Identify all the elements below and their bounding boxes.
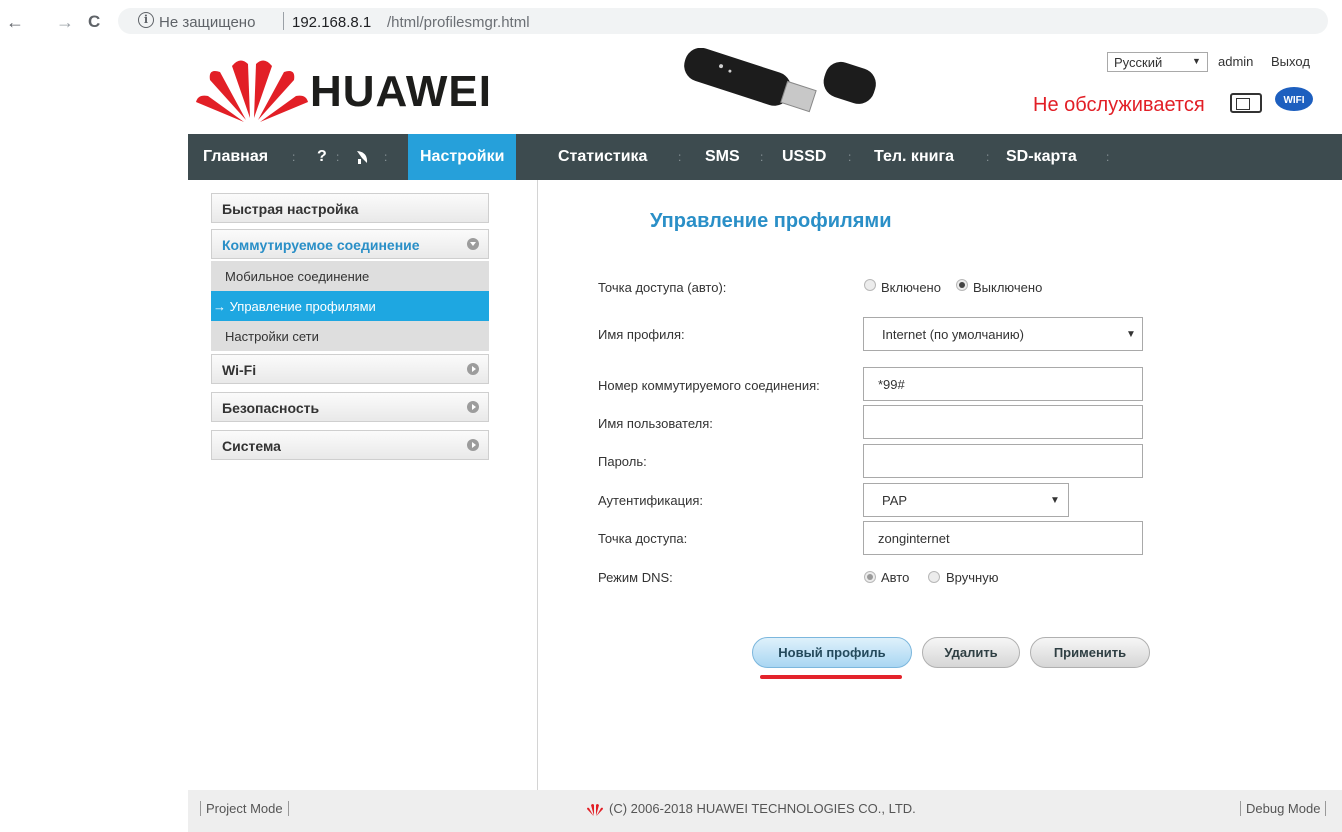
- apn-auto-off-radio[interactable]: [956, 279, 968, 291]
- url-path[interactable]: /html/profilesmgr.html: [387, 14, 530, 31]
- username-label: Имя пользователя:: [598, 416, 713, 431]
- menu-separator: :: [384, 150, 388, 164]
- menu-settings[interactable]: Настройки: [408, 134, 517, 180]
- highlight-underline: [760, 675, 902, 679]
- sim-card-icon: [1230, 93, 1262, 113]
- info-icon[interactable]: i: [138, 12, 154, 28]
- wifi-badge-text: WIFI: [1283, 95, 1304, 106]
- sidebar-item-label: Настройки сети: [225, 329, 319, 344]
- sidebar-subitem-mobile-connection[interactable]: Мобильное соединение: [211, 261, 489, 291]
- menu-separator: :: [986, 150, 990, 164]
- username-input[interactable]: [863, 405, 1143, 439]
- menu-ussd[interactable]: USSD: [782, 134, 826, 180]
- menu-separator: :: [292, 150, 296, 164]
- profile-name-value: Internet (по умолчанию): [882, 327, 1024, 342]
- menu-separator: :: [678, 150, 682, 164]
- menu-separator: :: [848, 150, 852, 164]
- chevron-right-icon: [467, 363, 479, 375]
- wifi-status-icon[interactable]: WIFI: [1274, 86, 1314, 112]
- dial-number-label: Номер коммутируемого соединения:: [598, 378, 820, 393]
- reload-icon[interactable]: C: [88, 13, 100, 31]
- sidebar-item-label: Система: [222, 438, 281, 454]
- language-dropdown-icon[interactable]: ▼: [1192, 56, 1201, 66]
- password-input[interactable]: [863, 444, 1143, 478]
- delete-button[interactable]: Удалить: [922, 637, 1020, 668]
- sidebar-item-label: Мобильное соединение: [225, 269, 370, 284]
- dns-auto-label[interactable]: Авто: [881, 570, 909, 585]
- sidebar-item-security[interactable]: Безопасность: [211, 392, 489, 422]
- chevron-down-icon: [467, 238, 479, 250]
- chevron-down-icon: ▼: [1126, 329, 1136, 340]
- sidebar-item-label: Коммутируемое соединение: [222, 237, 420, 253]
- apn-auto-on-label[interactable]: Включено: [881, 280, 941, 295]
- menu-phonebook[interactable]: Тел. книга: [874, 134, 954, 180]
- sidebar-item-label: Быстрая настройка: [222, 201, 359, 217]
- logout-link[interactable]: Выход: [1271, 54, 1310, 69]
- sidebar-item-quick-setup[interactable]: Быстрая настройка: [211, 193, 489, 223]
- sidebar-item-label: Безопасность: [222, 400, 320, 416]
- url-host[interactable]: 192.168.8.1: [292, 14, 371, 31]
- dns-manual-label[interactable]: Вручную: [946, 570, 998, 585]
- menu-help[interactable]: ?: [317, 134, 327, 180]
- profile-name-label: Имя профиля:: [598, 327, 685, 342]
- menu-separator: :: [1106, 150, 1110, 164]
- sidebar-item-wifi[interactable]: Wi-Fi: [211, 354, 489, 384]
- auth-label: Аутентификация:: [598, 493, 703, 508]
- new-profile-button[interactable]: Новый профиль: [752, 637, 912, 668]
- project-mode-link[interactable]: Project Mode: [200, 801, 289, 816]
- sidebar-subitem-profile-management[interactable]: → Управление профилями: [211, 291, 489, 321]
- menu-statistics[interactable]: Статистика: [558, 134, 647, 180]
- dns-manual-radio[interactable]: [928, 571, 940, 583]
- chevron-right-icon: [467, 401, 479, 413]
- profile-name-select[interactable]: Internet (по умолчанию) ▼: [863, 317, 1143, 351]
- copyright-text: (C) 2006-2018 HUAWEI TECHNOLOGIES CO., L…: [609, 801, 916, 816]
- dns-auto-radio[interactable]: [864, 571, 876, 583]
- sidebar-item-label: → Управление профилями: [213, 299, 376, 314]
- apn-auto-label: Точка доступа (авто):: [598, 280, 727, 295]
- username-label: admin: [1218, 54, 1254, 69]
- apply-button[interactable]: Применить: [1030, 637, 1150, 668]
- menu-separator: :: [336, 150, 340, 164]
- menu-sdcard[interactable]: SD-карта: [1006, 134, 1077, 180]
- menu-separator: :: [760, 150, 764, 164]
- auth-value: PAP: [882, 493, 908, 508]
- satellite-dish-icon[interactable]: [354, 149, 370, 165]
- apn-label: Точка доступа:: [598, 531, 688, 546]
- sidebar-item-label: Wi-Fi: [222, 362, 257, 378]
- apn-auto-off-label[interactable]: Выключено: [973, 280, 1042, 295]
- huawei-wordmark: HUAWEI: [310, 67, 492, 116]
- page-title: Управление профилями: [650, 210, 892, 232]
- menu-home[interactable]: Главная: [203, 134, 268, 180]
- apn-input[interactable]: zonginternet: [863, 521, 1143, 555]
- sidebar-item-dialup[interactable]: Коммутируемое соединение: [211, 229, 489, 259]
- auth-select[interactable]: PAP ▼: [863, 483, 1069, 517]
- main-menu: Главная : ? : : Настройки Статистика : S…: [188, 134, 1342, 180]
- huawei-logo-small-icon: [587, 804, 603, 816]
- browser-toolbar: ← → C i Не защищено 192.168.8.1 /html/pr…: [0, 0, 1342, 40]
- settings-sidebar: Быстрая настройка Коммутируемое соединен…: [188, 180, 538, 790]
- password-label: Пароль:: [598, 454, 647, 469]
- sidebar-subitem-network-settings[interactable]: Настройки сети: [211, 321, 489, 351]
- address-divider: [283, 12, 284, 30]
- menu-sms[interactable]: SMS: [705, 134, 740, 180]
- apn-auto-on-radio[interactable]: [864, 279, 876, 291]
- back-arrow-icon[interactable]: ←: [6, 13, 24, 31]
- dial-number-input[interactable]: *99#: [863, 367, 1143, 401]
- network-status-text: Не обслуживается: [1033, 94, 1205, 116]
- chevron-right-icon: [467, 439, 479, 451]
- chevron-down-icon: ▼: [1050, 495, 1060, 506]
- dns-mode-label: Режим DNS:: [598, 570, 673, 585]
- sidebar-item-system[interactable]: Система: [211, 430, 489, 460]
- security-status-label[interactable]: Не защищено: [159, 14, 255, 31]
- forward-arrow-icon[interactable]: →: [56, 13, 74, 31]
- usb-modem-image: [684, 48, 876, 113]
- debug-mode-link[interactable]: Debug Mode: [1240, 801, 1327, 816]
